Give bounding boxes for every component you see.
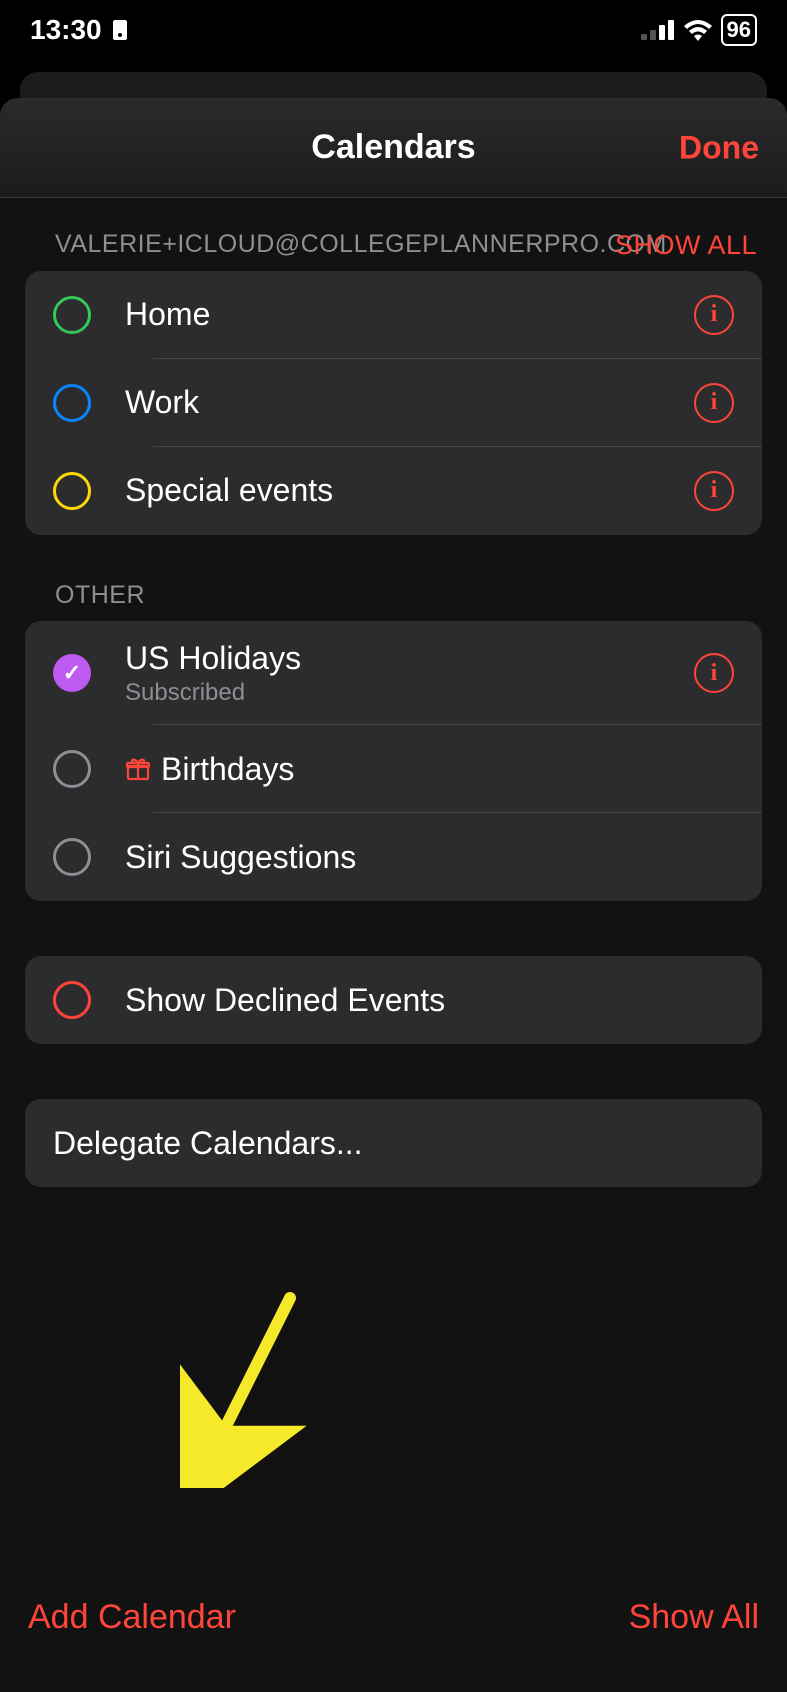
calendar-row-special-events[interactable]: Special events i xyxy=(25,447,762,535)
sheet-title: Calendars xyxy=(311,128,475,167)
calendar-title: Birthdays xyxy=(125,751,734,788)
checkbox-special-events[interactable] xyxy=(53,472,91,510)
section-header-account: VALERIE+ICLOUD@COLLEGEPLANNERPRO.COM SHO… xyxy=(0,198,787,271)
calendar-title-text: Birthdays xyxy=(161,751,294,788)
calendar-row-us-holidays[interactable]: ✓ US Holidays Subscribed i xyxy=(25,621,762,725)
row-text: Special events xyxy=(125,472,694,509)
portrait-lock-icon xyxy=(110,18,130,42)
delegate-group: Delegate Calendars... xyxy=(25,1099,762,1187)
calendar-title: Special events xyxy=(125,472,694,509)
checkbox-declined[interactable] xyxy=(53,981,91,1019)
info-icon[interactable]: i xyxy=(694,653,734,693)
declined-label: Show Declined Events xyxy=(125,982,734,1019)
delegate-calendars-row[interactable]: Delegate Calendars... xyxy=(25,1099,762,1187)
row-text: US Holidays Subscribed xyxy=(125,640,694,707)
info-icon[interactable]: i xyxy=(694,383,734,423)
row-text: Home xyxy=(125,296,694,333)
status-right: 96 xyxy=(641,14,757,46)
account-label: VALERIE+ICLOUD@COLLEGEPLANNERPRO.COM xyxy=(55,228,555,261)
battery-percent: 96 xyxy=(727,17,751,43)
calendar-title: US Holidays xyxy=(125,640,694,677)
sheet-content: VALERIE+ICLOUD@COLLEGEPLANNERPRO.COM SHO… xyxy=(0,198,787,1692)
info-icon[interactable]: i xyxy=(694,471,734,511)
calendar-row-work[interactable]: Work i xyxy=(25,359,762,447)
status-bar: 13:30 96 xyxy=(0,0,787,60)
checkbox-us-holidays[interactable]: ✓ xyxy=(53,654,91,692)
checkbox-work[interactable] xyxy=(53,384,91,422)
calendar-group-other: ✓ US Holidays Subscribed i xyxy=(25,621,762,901)
footer-toolbar: Add Calendar Show All xyxy=(0,1572,787,1692)
calendars-sheet: Calendars Done VALERIE+ICLOUD@COLLEGEPLA… xyxy=(0,98,787,1692)
check-icon: ✓ xyxy=(63,660,81,686)
add-calendar-button[interactable]: Add Calendar xyxy=(28,1598,236,1637)
calendar-group-account: Home i Work i Special events i xyxy=(25,271,762,535)
checkbox-birthdays[interactable] xyxy=(53,750,91,788)
sheet-header: Calendars Done xyxy=(0,98,787,198)
row-text: Work xyxy=(125,384,694,421)
battery-indicator: 96 xyxy=(721,14,757,46)
other-label: OTHER xyxy=(55,579,145,612)
show-all-button[interactable]: Show All xyxy=(629,1598,759,1637)
calendar-subtitle: Subscribed xyxy=(125,679,694,707)
calendar-row-birthdays[interactable]: Birthdays xyxy=(25,725,762,813)
cellular-signal-icon xyxy=(641,20,675,40)
gift-icon xyxy=(125,756,151,782)
show-declined-events-row[interactable]: Show Declined Events xyxy=(25,956,762,1044)
status-left: 13:30 xyxy=(30,14,130,46)
wifi-icon xyxy=(683,19,713,41)
calendar-row-siri-suggestions[interactable]: Siri Suggestions xyxy=(25,813,762,901)
calendar-title: Work xyxy=(125,384,694,421)
calendar-title: Siri Suggestions xyxy=(125,839,734,876)
calendar-row-home[interactable]: Home i xyxy=(25,271,762,359)
row-text: Delegate Calendars... xyxy=(53,1125,734,1162)
checkbox-home[interactable] xyxy=(53,296,91,334)
status-time: 13:30 xyxy=(30,14,102,46)
checkbox-siri[interactable] xyxy=(53,838,91,876)
info-icon[interactable]: i xyxy=(694,295,734,335)
section-header-other: OTHER xyxy=(0,535,787,622)
calendar-title: Home xyxy=(125,296,694,333)
row-text: Birthdays xyxy=(125,751,734,788)
row-text: Show Declined Events xyxy=(125,982,734,1019)
declined-events-group: Show Declined Events xyxy=(25,956,762,1044)
delegate-label: Delegate Calendars... xyxy=(53,1125,734,1162)
done-button[interactable]: Done xyxy=(679,129,759,166)
show-all-account-button[interactable]: SHOW ALL xyxy=(615,230,757,261)
row-text: Siri Suggestions xyxy=(125,839,734,876)
